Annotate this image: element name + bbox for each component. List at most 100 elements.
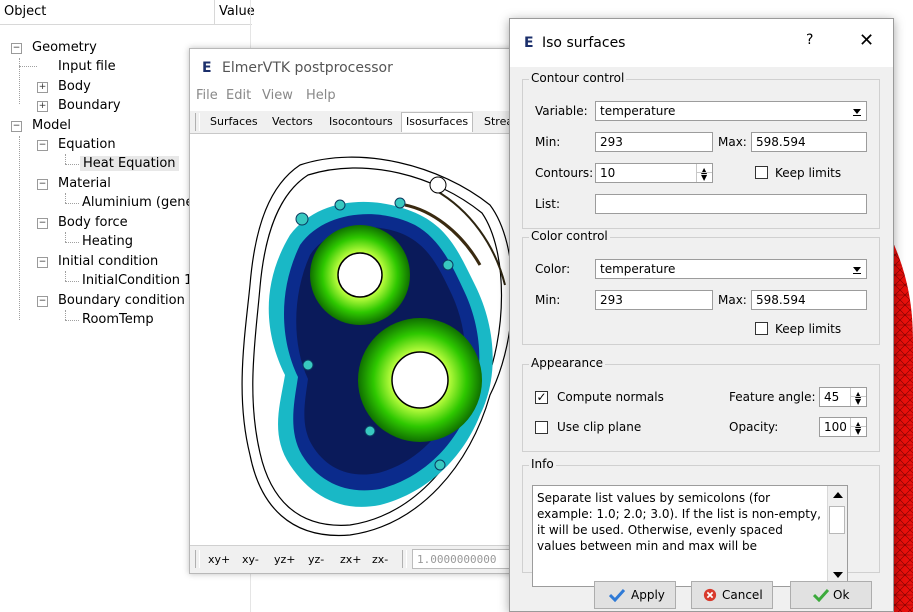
tree-expander[interactable]: − [11,43,22,54]
tree-expander[interactable]: + [37,101,48,112]
view-yz-minus-button[interactable]: yz- [308,553,324,566]
tree-item-body[interactable]: Body [58,79,91,94]
appearance-group: Appearance ✓ Compute normals Feature ang… [522,356,880,452]
variable-select[interactable]: temperature [595,101,867,121]
help-button[interactable]: ? [806,32,813,48]
dialog-titlebar[interactable]: E Iso surfaces ? ✕ [510,19,893,67]
color-label: Color: [535,262,571,276]
use-clip-plane-checkbox[interactable] [535,421,548,434]
tree-expander[interactable]: − [37,140,48,151]
tree-item-aluminium[interactable]: Aluminium (gene [82,195,193,210]
view-zx-minus-button[interactable]: zx- [372,553,388,566]
tree-item-model[interactable]: Model [32,118,71,133]
tree-connector [65,193,66,203]
variable-label: Variable: [535,104,588,118]
tree-connector [65,154,66,164]
tree-item-equation[interactable]: Equation [58,137,116,152]
tab-vectors[interactable]: Vectors [272,115,313,128]
feature-angle-spinbox[interactable]: 45 ▲ ▼ [819,387,867,407]
tree-expander[interactable]: − [37,257,48,268]
use-clip-plane-label: Use clip plane [557,420,642,434]
view-yz-plus-button[interactable]: yz+ [274,553,296,566]
menu-view[interactable]: View [262,88,293,103]
opacity-value: 100 [824,420,847,434]
tree-item-geometry[interactable]: Geometry [32,40,97,55]
contour-min-field[interactable]: 293 [595,132,713,152]
tree-item-initial-condition[interactable]: Initial condition [58,254,158,269]
cancel-button[interactable]: Cancel [691,581,773,609]
checkmark-icon [609,588,625,602]
checkmark-icon [813,588,829,602]
tree-connector [65,320,79,321]
scroll-up-icon[interactable] [833,492,843,498]
vtk-menubar: File Edit View Help [190,87,517,107]
cancel-button-label: Cancel [722,588,763,602]
toolbar-grip[interactable] [195,113,200,131]
tree-item-boundary[interactable]: Boundary [58,98,121,113]
tree-item-initialcondition-1[interactable]: InitialCondition 1 [82,273,192,288]
tree-connector [65,164,79,165]
color-keep-limits-checkbox[interactable] [755,322,768,335]
vtk-view-toolbar: xy+ xy- yz+ yz- zx+ zx- 1.0000000000 [190,545,517,573]
tree-expander[interactable]: − [37,218,48,229]
compute-normals-checkbox[interactable]: ✓ [535,391,548,404]
tree-item-material[interactable]: Material [58,176,111,191]
color-select[interactable]: temperature [595,259,867,279]
close-button[interactable]: ✕ [859,30,874,51]
color-min-label: Min: [535,293,561,307]
contour-keep-limits-checkbox[interactable] [755,166,768,179]
view-xy-minus-button[interactable]: xy- [242,553,259,566]
menu-edit[interactable]: Edit [226,88,251,103]
scroll-down-icon[interactable] [833,572,843,578]
tree-expander[interactable]: − [11,121,22,132]
feature-angle-value: 45 [824,390,840,404]
info-textbox[interactable]: Separate list values by semicolons (for … [532,485,848,587]
opacity-spinbox[interactable]: 100 ▲ ▼ [819,417,867,437]
contours-spinbox[interactable]: 10 ▲ ▼ [595,163,713,183]
apply-button-label: Apply [631,588,665,602]
color-max-field[interactable]: 598.594 [751,290,867,310]
toolbar-grip[interactable] [195,550,200,568]
spinner-arrows-icon[interactable]: ▲ ▼ [850,388,866,406]
tree-item-boundary-condition[interactable]: Boundary condition [58,293,185,308]
menu-help[interactable]: Help [306,88,336,103]
spinner-arrows-icon[interactable]: ▲ ▼ [696,164,712,182]
toolbar-grip[interactable] [402,550,407,568]
tree-item-roomtemp[interactable]: RoomTemp [82,312,154,327]
spinner-arrows-icon[interactable]: ▲ ▼ [850,418,866,436]
tree-item-body-force[interactable]: Body force [58,215,128,230]
list-field[interactable] [595,194,867,214]
tree-connector [65,271,66,281]
color-max-label: Max: [718,293,747,307]
contour-max-field[interactable]: 598.594 [751,132,867,152]
tree-item-heating[interactable]: Heating [82,234,133,249]
tab-surfaces[interactable]: Surfaces [210,115,258,128]
tree-column-object[interactable]: Object [4,4,46,19]
ok-button[interactable]: Ok [790,581,872,609]
info-text: Separate list values by semicolons (for … [537,491,821,553]
tree-item-input-file[interactable]: Input file [58,59,116,74]
feature-angle-label: Feature angle: [729,390,816,404]
tab-isosurfaces[interactable]: Isosurfaces [401,112,474,132]
view-xy-plus-button[interactable]: xy+ [208,553,230,566]
vtk-titlebar[interactable]: E ElmerVTK postprocessor [190,49,517,87]
tree-expander[interactable]: + [37,82,48,93]
contour-control-group: Contour control Variable: temperature Mi… [522,71,880,229]
tree-connector [19,136,20,320]
apply-button[interactable]: Apply [594,581,676,609]
info-scrollbar[interactable] [827,486,847,586]
tree-expander[interactable]: − [37,296,48,307]
vtk-render-viewport[interactable] [190,135,517,541]
tree-connector [65,232,66,242]
tree-header-divider [214,0,215,24]
menu-file[interactable]: File [196,88,218,103]
view-zx-plus-button[interactable]: zx+ [340,553,362,566]
scroll-thumb[interactable] [829,506,845,534]
color-min-field[interactable]: 293 [595,290,713,310]
tree-item-heat-equation[interactable]: Heat Equation [80,156,179,171]
contour-max-label: Max: [718,135,747,149]
tab-isocontours[interactable]: Isocontours [329,115,393,128]
tree-connector [19,66,37,67]
tree-expander[interactable]: − [37,179,48,190]
scale-field[interactable]: 1.0000000000 [412,549,516,569]
